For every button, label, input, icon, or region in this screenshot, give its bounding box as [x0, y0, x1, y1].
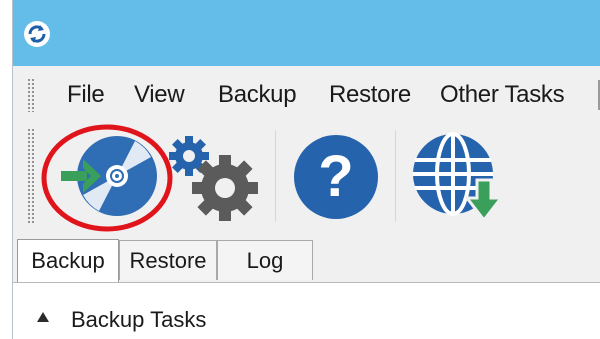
tab-restore[interactable]: Restore [119, 240, 217, 280]
web-update-button[interactable] [409, 130, 509, 228]
menu-backup[interactable]: Backup [218, 81, 297, 109]
tree-node-backup-tasks[interactable]: Backup Tasks [71, 307, 206, 333]
menu-restore[interactable]: Restore [329, 81, 411, 109]
web-download-icon [413, 132, 505, 223]
toolbar-separator [275, 130, 276, 222]
tab-backup[interactable]: Backup [17, 239, 119, 282]
menu-file[interactable]: File [67, 81, 105, 109]
tab-log[interactable]: Log [217, 240, 313, 280]
toolbar-separator [395, 130, 396, 222]
menu-other-tasks[interactable]: Other Tasks [440, 81, 565, 109]
menu-bar: File View Backup Restore Other Tasks [13, 66, 600, 124]
menubar-grip[interactable] [27, 78, 34, 112]
svg-text:?: ? [318, 144, 353, 209]
help-button[interactable]: ? [291, 132, 381, 222]
expand-arrow-icon[interactable] [37, 312, 49, 322]
application-window: File View Backup Restore Other Tasks ? B… [12, 0, 600, 339]
settings-gears-icon [169, 136, 258, 221]
app-logo-icon [24, 21, 50, 47]
backup-now-button[interactable] [39, 124, 179, 232]
settings-button[interactable] [163, 134, 263, 226]
toolbar-grip[interactable] [27, 128, 34, 224]
task-tree: Backup Tasks [13, 283, 600, 339]
menu-view[interactable]: View [134, 81, 185, 109]
tab-strip: Backup Restore Log [13, 232, 600, 283]
toolbar: ? [13, 124, 600, 232]
backup-disc-icon [77, 136, 157, 216]
help-icon: ? [294, 135, 378, 219]
title-bar [13, 0, 600, 66]
